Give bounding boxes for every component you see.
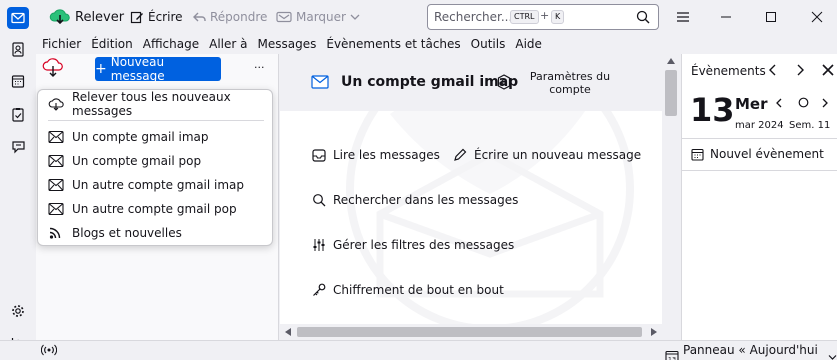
today-week: Sem. 11 — [789, 120, 831, 131]
filter-icon — [312, 238, 326, 252]
account-central: Un compte gmail imap Paramètres du compt… — [280, 54, 680, 340]
tasks-space-icon[interactable] — [7, 103, 29, 125]
settings-gear-icon[interactable] — [7, 300, 29, 322]
search-placeholder: Rechercher... — [434, 10, 513, 24]
today-pane: Évènements 13 Mer mar 2024 Sem. 11 Nouve… — [681, 54, 837, 340]
horizontal-scrollbar[interactable] — [280, 324, 680, 340]
chevron-down-icon — [828, 354, 837, 360]
search-icon — [312, 193, 326, 207]
mail-account-icon — [48, 130, 64, 144]
title-toolbar: Relever Écrire Répondre Marquer Recherch… — [0, 0, 837, 34]
account-title: Un compte gmail imap — [341, 74, 519, 90]
kbd-plus: + — [540, 9, 550, 22]
folder-pane-more-button[interactable]: ··· — [254, 61, 265, 74]
menu-separator — [48, 120, 264, 121]
calendar-day-icon: 13 — [665, 350, 679, 360]
today-day-number: 13 — [690, 91, 735, 129]
pencil-icon — [453, 148, 467, 162]
scroll-thumb[interactable] — [665, 70, 677, 116]
mail-account-icon — [48, 178, 64, 192]
get-messages-menu: Relever tous les nouveaux messages Un co… — [37, 89, 273, 246]
menu-affichage[interactable]: Affichage — [138, 34, 204, 54]
menubar: Fichier Édition Affichage Aller à Messag… — [37, 34, 837, 54]
plus-icon: + — [95, 61, 107, 77]
reply-icon — [193, 11, 206, 23]
menu-outils[interactable]: Outils — [466, 34, 511, 54]
today-circle-icon[interactable] — [798, 97, 809, 108]
today-month-year: mar 2024 — [735, 120, 784, 131]
mail-account-icon — [48, 202, 64, 216]
tag-icon — [276, 11, 292, 23]
menu-aide[interactable]: Aide — [510, 34, 547, 54]
svg-text:13: 13 — [668, 356, 676, 360]
today-pane-header: Évènements — [691, 64, 766, 78]
new-event-button[interactable]: Nouvel évènement — [691, 147, 824, 161]
mail-account-icon — [311, 75, 329, 89]
chevron-left-icon[interactable] — [775, 98, 783, 108]
get-messages-pane-icon[interactable] — [42, 58, 64, 78]
action-e2e-encryption[interactable]: Chiffrement de bout en bout — [312, 280, 504, 300]
kbd-ctrl: CTRL — [510, 10, 539, 24]
account-header: Un compte gmail imap Paramètres du compt… — [280, 54, 665, 111]
menu-edition[interactable]: Édition — [86, 34, 138, 54]
get-messages-button[interactable]: Relever — [49, 6, 124, 28]
chevron-right-icon[interactable] — [821, 98, 829, 108]
reply-button[interactable]: Répondre — [193, 6, 267, 28]
close-window-icon[interactable] — [806, 6, 828, 28]
mail-space-icon[interactable] — [7, 7, 29, 29]
menu-item-account[interactable]: Un compte gmail pop — [48, 152, 201, 170]
close-icon[interactable] — [822, 64, 834, 76]
vertical-scrollbar[interactable] — [662, 54, 680, 324]
search-input[interactable]: Rechercher... CTRL + K — [427, 4, 659, 30]
divider — [682, 170, 837, 171]
mail-account-icon — [48, 154, 64, 168]
today-pane-toggle[interactable]: 13 Panneau « Aujourd'hui » — [665, 343, 837, 360]
action-search-messages[interactable]: Rechercher dans les messages — [312, 190, 518, 210]
scroll-right-icon[interactable] — [651, 328, 657, 336]
h-scroll-thumb[interactable] — [297, 327, 642, 337]
scroll-up-icon[interactable] — [667, 58, 675, 64]
address-book-icon[interactable] — [7, 38, 29, 60]
calendar-space-icon[interactable] — [7, 70, 29, 92]
menu-item-feeds[interactable]: Blogs et nouvelles — [48, 224, 182, 242]
status-bar: 13 Panneau « Aujourd'hui » — [0, 340, 837, 360]
today-weekday: Mer — [735, 95, 768, 113]
inbox-icon — [312, 148, 326, 162]
menu-messages[interactable]: Messages — [253, 34, 322, 54]
tag-button[interactable]: Marquer — [276, 6, 360, 28]
menu-item-account[interactable]: Un autre compte gmail pop — [48, 200, 237, 218]
cloud-download-icon — [49, 8, 71, 26]
action-write-message[interactable]: Écrire un nouveau message — [453, 145, 641, 165]
chevron-down-icon — [350, 13, 360, 21]
calendar-icon — [691, 148, 704, 161]
online-status-icon[interactable] — [41, 344, 57, 356]
account-settings-icon[interactable] — [496, 74, 512, 90]
menu-aller-a[interactable]: Aller à — [204, 34, 252, 54]
account-settings-link[interactable]: Paramètres du compte — [525, 70, 615, 96]
menu-item-account[interactable]: Un autre compte gmail imap — [48, 176, 244, 194]
cloud-download-icon — [48, 97, 64, 111]
new-message-button[interactable]: + Nouveau message — [95, 55, 221, 83]
menu-evenements[interactable]: Évènements et tâches — [321, 34, 465, 54]
app-menu-icon[interactable] — [672, 6, 694, 28]
divider — [682, 138, 837, 139]
key-icon — [312, 283, 326, 297]
spaces-toolbar — [0, 7, 36, 348]
action-read-messages[interactable]: Lire les messages — [312, 145, 440, 165]
minimize-icon[interactable] — [715, 6, 737, 28]
maximize-icon[interactable] — [760, 6, 782, 28]
chevron-left-icon[interactable] — [768, 64, 778, 76]
search-icon[interactable] — [636, 10, 650, 24]
menu-item-get-all[interactable]: Relever tous les nouveaux messages — [48, 90, 272, 118]
write-icon — [130, 10, 144, 24]
write-button[interactable]: Écrire — [130, 6, 183, 28]
rss-icon — [48, 226, 64, 240]
action-manage-filters[interactable]: Gérer les filtres des messages — [312, 235, 514, 255]
chat-space-icon[interactable] — [7, 136, 29, 158]
chevron-right-icon[interactable] — [795, 64, 805, 76]
menu-fichier[interactable]: Fichier — [37, 34, 86, 54]
kbd-k: K — [551, 10, 565, 24]
menu-item-account[interactable]: Un compte gmail imap — [48, 128, 209, 146]
scroll-left-icon[interactable] — [285, 328, 291, 336]
